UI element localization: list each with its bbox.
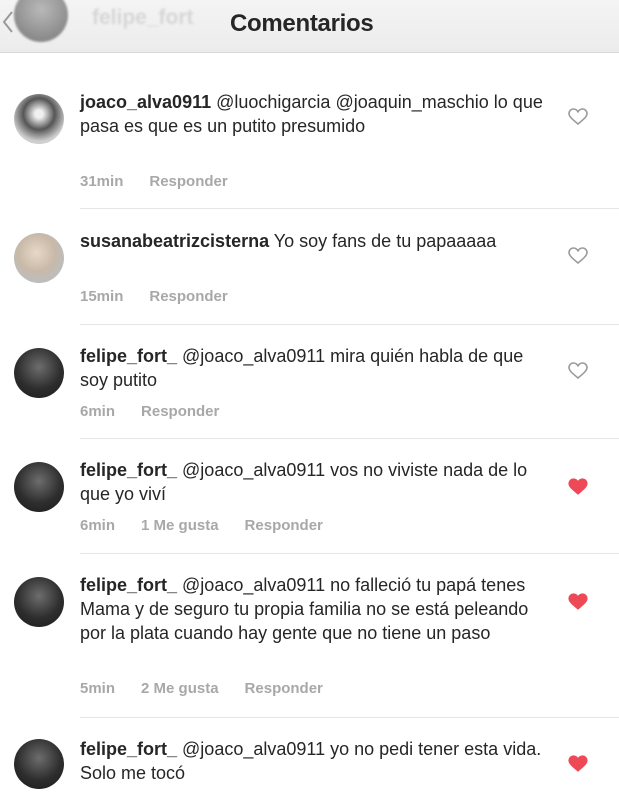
reply-button[interactable]: Responder: [141, 403, 219, 420]
heart-outline-icon[interactable]: [568, 362, 588, 380]
comment-body: Yo soy fans de tu papaaaaa: [269, 231, 497, 251]
comment-text: felipe_fort_ @joaco_alva0911 no falleció…: [80, 573, 545, 645]
reply-button[interactable]: Responder: [149, 288, 227, 305]
divider: [80, 208, 619, 209]
comment-time: 5min: [80, 680, 116, 697]
comment-meta: 6min Responder: [80, 403, 245, 420]
comment-username[interactable]: felipe_fort_: [80, 460, 177, 480]
heart-outline-icon[interactable]: [568, 247, 588, 265]
heart-filled-icon[interactable]: [568, 478, 588, 496]
likes-count[interactable]: 2 Me gusta: [141, 680, 219, 697]
reply-button[interactable]: Responder: [245, 680, 323, 697]
comment-time: 15min: [80, 288, 124, 305]
reply-button[interactable]: Responder: [245, 517, 323, 534]
comment-meta: 5min 2 Me gusta Responder: [80, 680, 349, 697]
divider: [80, 438, 619, 439]
comment-username[interactable]: joaco_alva0911: [80, 92, 211, 112]
avatar[interactable]: [14, 233, 64, 283]
comment-time: 31min: [80, 173, 124, 190]
avatar[interactable]: [14, 739, 64, 789]
comment-text: felipe_fort_ @joaco_alva0911 vos no vivi…: [80, 458, 545, 506]
divider: [80, 553, 619, 554]
heart-filled-icon[interactable]: [568, 755, 588, 773]
page-title: Comentarios: [230, 10, 374, 37]
header-avatar: [14, 0, 68, 42]
heart-outline-icon[interactable]: [568, 108, 588, 126]
comment-username[interactable]: felipe_fort_: [80, 575, 177, 595]
comment-text: felipe_fort_ @joaco_alva0911 mira quién …: [80, 344, 545, 392]
avatar[interactable]: [14, 94, 64, 144]
avatar[interactable]: [14, 348, 64, 398]
back-arrow-icon[interactable]: [2, 10, 14, 34]
comment-time: 6min: [80, 403, 116, 420]
divider: [80, 717, 619, 718]
comment-text: susanabeatrizcisterna Yo soy fans de tu …: [80, 229, 545, 253]
comment-meta: 6min 1 Me gusta Responder: [80, 517, 349, 534]
heart-filled-icon[interactable]: [568, 593, 588, 611]
comment-username[interactable]: susanabeatrizcisterna: [80, 231, 269, 251]
likes-count[interactable]: 1 Me gusta: [141, 517, 219, 534]
comment-meta: 15min Responder: [80, 288, 254, 305]
comments-header: felipe_fort Comentarios: [0, 0, 619, 53]
avatar[interactable]: [14, 462, 64, 512]
comment-meta: 31min Responder: [80, 173, 254, 190]
comment-time: 6min: [80, 517, 116, 534]
comment-username[interactable]: felipe_fort_: [80, 739, 177, 759]
header-ghost-username: felipe_fort: [92, 6, 194, 29]
avatar[interactable]: [14, 577, 64, 627]
comment-username[interactable]: felipe_fort_: [80, 346, 177, 366]
divider: [80, 324, 619, 325]
comment-text: felipe_fort_ @joaco_alva0911 yo no pedi …: [80, 737, 545, 785]
comment-text: joaco_alva0911 @luochigarcia @joaquin_ma…: [80, 90, 545, 138]
reply-button[interactable]: Responder: [149, 173, 227, 190]
